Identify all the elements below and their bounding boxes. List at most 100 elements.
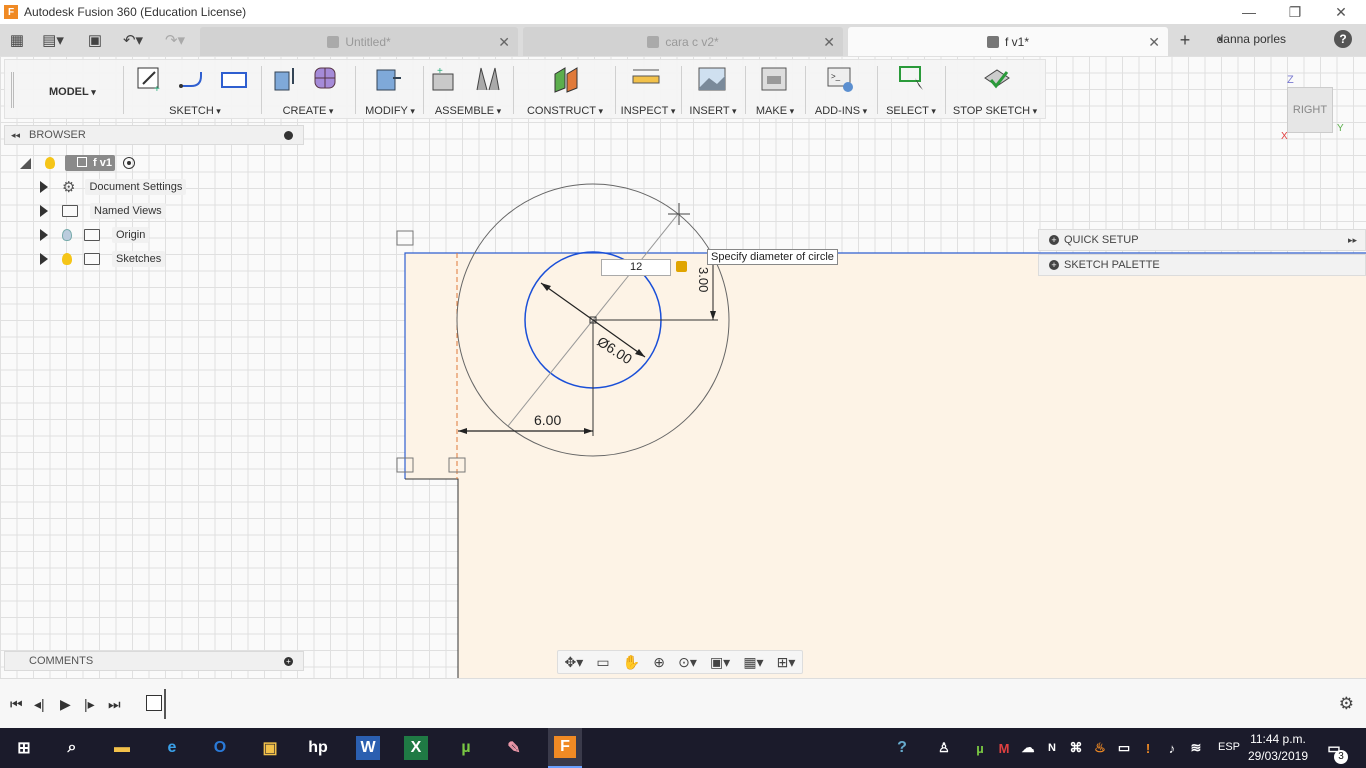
timeline-settings-gear-icon[interactable]: ⚙: [1339, 694, 1354, 714]
toolbar-grip[interactable]: [11, 72, 14, 108]
tray-m-icon[interactable]: M: [992, 736, 1016, 760]
browser-panel-header[interactable]: ◂◂ BROWSER: [4, 125, 304, 145]
sketch-profile-region: [405, 253, 1366, 678]
add-ins-menu[interactable]: >_ ADD-INS: [807, 60, 875, 120]
utorrent-icon[interactable]: µ: [454, 736, 478, 760]
visibility-bulb-icon[interactable]: [45, 157, 55, 169]
browser-item-named-views[interactable]: Named Views: [40, 200, 166, 222]
collapse-browser-icon[interactable]: ◂◂: [11, 130, 20, 141]
add-comment-icon[interactable]: +: [284, 656, 293, 666]
go-to-end-icon[interactable]: ⏭: [108, 696, 121, 713]
help-tray-icon[interactable]: ?: [890, 736, 914, 760]
expand-triangle-icon[interactable]: [40, 205, 48, 217]
display-settings-icon[interactable]: ▣▾: [710, 654, 730, 671]
volume-icon[interactable]: ♪: [1160, 736, 1184, 760]
grid-settings-icon[interactable]: ▦▾: [743, 654, 763, 671]
diameter-input-field[interactable]: 12: [601, 259, 671, 276]
toolbar-separator: [123, 66, 124, 114]
lock-icon[interactable]: [676, 261, 687, 272]
play-icon[interactable]: ▶: [60, 696, 71, 713]
windows-start-icon[interactable]: ⊞: [12, 736, 36, 760]
plus-circle-icon[interactable]: +: [1049, 260, 1059, 270]
search-icon[interactable]: ⌕: [60, 736, 84, 760]
excel-icon[interactable]: X: [404, 736, 428, 760]
browser-item-origin[interactable]: Origin: [40, 224, 150, 246]
tray-flame-icon[interactable]: ♨: [1088, 736, 1112, 760]
language-indicator[interactable]: ESP: [1218, 741, 1240, 753]
plus-circle-icon[interactable]: +: [1049, 235, 1059, 245]
browser-item-sketches[interactable]: Sketches: [40, 248, 166, 270]
constraint-glyph: [396, 230, 414, 246]
construct-menu[interactable]: CONSTRUCT: [517, 60, 613, 120]
select-menu[interactable]: SELECT: [879, 60, 943, 120]
tray-cloud-icon[interactable]: ☁: [1016, 736, 1040, 760]
viewports-icon[interactable]: ⊞▾: [777, 654, 796, 671]
step-back-icon[interactable]: ◂|: [34, 696, 45, 713]
workspace-switcher[interactable]: MODEL: [49, 86, 96, 98]
edge-browser-icon[interactable]: e: [160, 736, 184, 760]
word-icon[interactable]: W: [356, 736, 380, 760]
viewcube[interactable]: RIGHT: [1287, 87, 1333, 133]
step-forward-icon[interactable]: |▸: [84, 696, 95, 713]
outlook-icon[interactable]: O: [208, 736, 232, 760]
wifi-icon[interactable]: ≋: [1184, 736, 1208, 760]
browser-item-document-settings[interactable]: ⚙ Document Settings: [40, 176, 187, 198]
form-icon: [314, 67, 336, 89]
file-explorer-icon[interactable]: ▬: [110, 736, 134, 760]
expand-triangle-icon[interactable]: [40, 253, 48, 265]
tray-nx-icon[interactable]: N: [1040, 736, 1064, 760]
timeline-marker[interactable]: [164, 689, 166, 719]
make-menu[interactable]: MAKE: [747, 60, 803, 120]
expand-triangle-icon[interactable]: [40, 229, 48, 241]
minimize-panel-icon[interactable]: [284, 130, 293, 140]
expand-triangle-icon[interactable]: [40, 181, 48, 193]
go-to-start-icon[interactable]: ⏮: [10, 696, 23, 713]
tray-alert-icon[interactable]: !: [1136, 736, 1160, 760]
sketch-palette-panel[interactable]: + SKETCH PALETTE: [1038, 254, 1366, 276]
zoom-icon[interactable]: ⊕: [653, 654, 665, 671]
notification-count-badge: 3: [1334, 750, 1348, 764]
sketch-edge-line: [405, 478, 459, 678]
quick-setup-panel[interactable]: + QUICK SETUP ▸▸: [1038, 229, 1366, 251]
comments-panel[interactable]: COMMENTS +: [4, 651, 304, 671]
svg-text:+: +: [437, 66, 443, 77]
extrude-icon: [274, 68, 294, 91]
look-at-icon[interactable]: ▭: [596, 654, 609, 671]
hp-icon[interactable]: hp: [306, 736, 330, 760]
browser-root-row[interactable]: f v1: [20, 152, 135, 174]
timeline-sketch-feature-icon[interactable]: [146, 695, 162, 711]
line-icon: [179, 72, 202, 88]
navigation-bar: ✥▾ ▭ ✋ ⊕ ⊙▾ ▣▾ ▦▾ ⊞▾: [557, 650, 803, 674]
activate-component-icon[interactable]: [123, 157, 135, 169]
people-icon[interactable]: ♙: [932, 736, 956, 760]
fusion-taskbar-icon[interactable]: F: [548, 728, 582, 768]
press-pull-icon: [376, 69, 401, 91]
taskbar-clock[interactable]: 11:44 p.m. 29/03/2019: [1248, 731, 1308, 765]
toolbar-separator: [745, 66, 746, 114]
tray-utorrent-icon[interactable]: µ: [968, 736, 992, 760]
offset-plane-icon: [554, 67, 578, 93]
toolbar-separator: [945, 66, 946, 114]
fit-zoom-icon[interactable]: ⊙▾: [678, 654, 697, 671]
create-menu[interactable]: CREATE: [265, 60, 351, 120]
paint-icon[interactable]: ✎: [502, 736, 526, 760]
sketch-menu[interactable]: + SKETCH: [131, 60, 259, 120]
orbit-icon[interactable]: ✥▾: [565, 654, 584, 671]
assemble-menu[interactable]: + ASSEMBLE: [425, 60, 511, 120]
expand-root-icon[interactable]: [20, 157, 31, 169]
toolbar-separator: [261, 66, 262, 114]
expand-panel-icon[interactable]: ▸▸: [1348, 235, 1357, 246]
pan-hand-icon[interactable]: ✋: [623, 654, 640, 671]
insert-menu[interactable]: INSERT: [683, 60, 743, 120]
visibility-bulb-icon[interactable]: [62, 253, 72, 265]
visibility-bulb-off-icon[interactable]: [62, 229, 72, 241]
root-component-label[interactable]: f v1: [65, 155, 115, 171]
measure-icon: [632, 69, 660, 84]
stop-sketch-button[interactable]: STOP SKETCH: [947, 60, 1043, 120]
tray-battery-icon[interactable]: ▭: [1112, 736, 1136, 760]
store-icon[interactable]: ▣: [258, 736, 282, 760]
tray-usb-icon[interactable]: ⌘: [1064, 736, 1088, 760]
modify-menu[interactable]: MODIFY: [359, 60, 421, 120]
folder-icon: [62, 205, 78, 217]
inspect-menu[interactable]: INSPECT: [617, 60, 679, 120]
